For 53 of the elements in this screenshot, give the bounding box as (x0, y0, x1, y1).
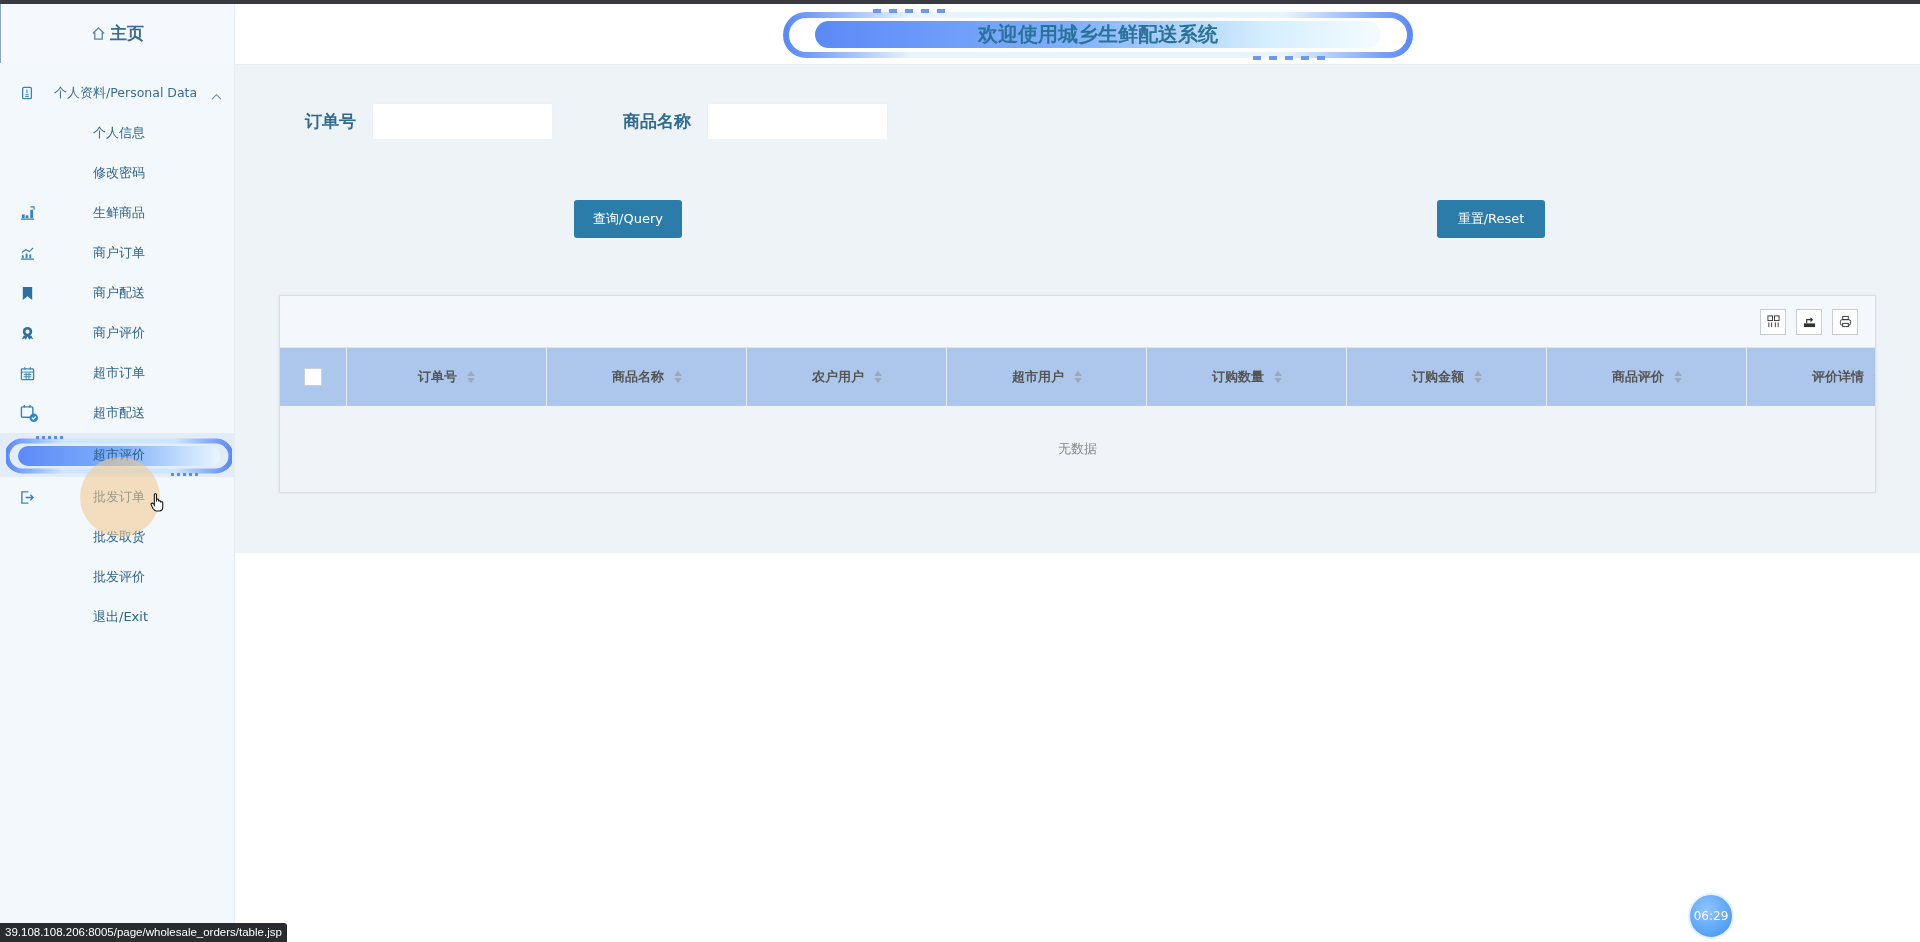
menu-group[interactable]: 个人资料/Personal Data (0, 73, 234, 113)
empty-message: 无数据 (1058, 440, 1097, 458)
menu-item[interactable]: 批发取货 (93, 528, 145, 546)
clock-badge: 06:29 (1688, 893, 1734, 939)
column-header[interactable]: 订单号 (418, 368, 457, 386)
column-header[interactable]: 商品名称 (611, 368, 664, 386)
columns-button[interactable] (1760, 308, 1786, 335)
menu-item[interactable]: 批发评价 (93, 568, 145, 586)
chevron-up-icon (211, 92, 223, 100)
field-label: 商品名称 (623, 110, 691, 133)
chart-icon (20, 205, 35, 221)
calendar-check-icon (20, 403, 39, 423)
page-title: 欢迎使用城乡生鲜配送系统 (977, 20, 1218, 48)
print-icon (1838, 315, 1852, 328)
sort-icon[interactable] (673, 371, 682, 383)
column-header[interactable]: 订购数量 (1211, 368, 1264, 386)
status-url: 39.108.108.206:8005/page/wholesale_orders/table.jsp (0, 923, 287, 942)
column-header[interactable]: 订购金额 (1411, 368, 1464, 386)
column-header[interactable]: 农户用户 (811, 368, 864, 386)
field-label: 订单号 (305, 110, 356, 133)
sort-icon[interactable] (467, 371, 475, 383)
home-icon (91, 26, 106, 41)
export-button[interactable] (1796, 308, 1822, 335)
sort-icon[interactable] (1673, 371, 1682, 383)
bookmark-icon (20, 285, 35, 301)
menu-item[interactable]: 修改密码 (93, 164, 145, 182)
sort-icon[interactable] (873, 371, 882, 383)
menu-item[interactable]: 超市订单 (93, 364, 145, 382)
line-chart-icon (20, 245, 35, 261)
column-header[interactable]: 超市用户 (1011, 368, 1064, 386)
menu-item[interactable]: 退出/Exit (93, 608, 148, 626)
reset-button[interactable]: 重置/Reset (1437, 200, 1545, 238)
select-all-checkbox[interactable] (304, 368, 322, 386)
query-button[interactable]: 查询/Query (574, 200, 682, 238)
sort-icon[interactable] (1473, 371, 1482, 383)
menu-item[interactable]: 商户订单 (93, 244, 145, 262)
column-header[interactable]: 评价详情 (1811, 368, 1864, 386)
menu-item[interactable]: 商户评价 (93, 324, 145, 342)
sort-icon[interactable] (1073, 371, 1082, 383)
sort-icon[interactable] (1273, 371, 1282, 383)
menu-item[interactable]: 商户配送 (93, 284, 145, 302)
column-header[interactable]: 商品评价 (1611, 368, 1664, 386)
print-button[interactable] (1832, 308, 1858, 335)
exit-icon (20, 489, 35, 505)
calendar-icon (20, 365, 35, 381)
menu-item[interactable]: 生鲜商品 (93, 204, 145, 222)
award-icon (20, 325, 35, 341)
menu-item[interactable]: 超市配送 (93, 404, 145, 422)
menu-item[interactable]: 个人信息 (93, 124, 145, 142)
document-icon (20, 86, 34, 100)
export-icon (1802, 315, 1816, 328)
grid-columns-icon (1766, 315, 1780, 328)
hand-cursor-icon (150, 493, 165, 512)
